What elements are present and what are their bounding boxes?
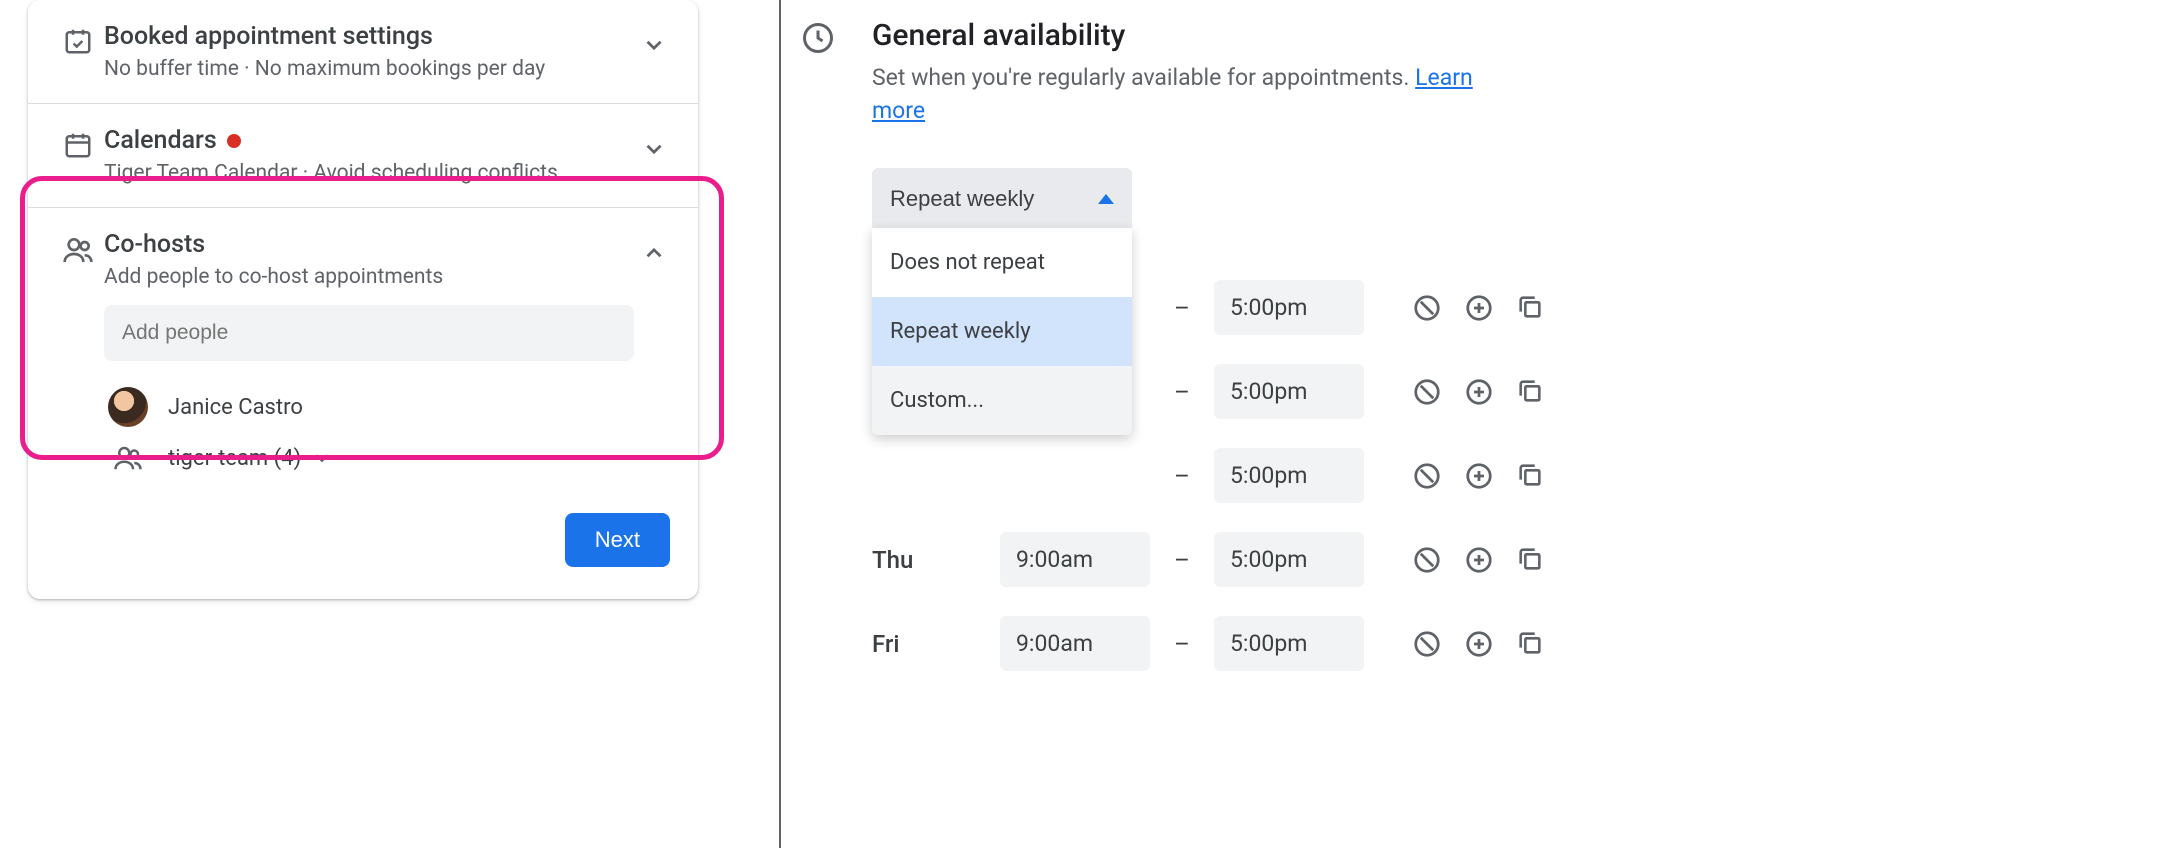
time-dash: –	[1168, 378, 1196, 406]
copy-icon[interactable]	[1516, 629, 1544, 659]
repeat-dropdown-menu: Does not repeat Repeat weekly Custom...	[872, 228, 1132, 435]
cohost-group[interactable]: tiger-team (4)	[104, 435, 634, 481]
chevron-up-icon[interactable]	[634, 230, 674, 266]
row-cohosts[interactable]: Co-hosts Add people to co-host appointme…	[28, 208, 698, 485]
people-icon	[52, 230, 104, 266]
add-slot-icon[interactable]	[1464, 461, 1494, 491]
copy-icon[interactable]	[1516, 293, 1544, 323]
add-slot-icon[interactable]	[1464, 545, 1494, 575]
chevron-down-icon[interactable]	[634, 126, 674, 162]
group-icon	[108, 443, 148, 473]
add-people-input[interactable]	[104, 305, 634, 361]
calendars-title: Calendars	[104, 126, 217, 155]
unavailable-icon[interactable]	[1412, 629, 1442, 659]
time-dash: –	[1168, 462, 1196, 490]
schedule-row: –5:00pm	[872, 434, 1560, 518]
avatar	[108, 387, 148, 427]
availability-sub-text: Set when you're regularly available for …	[872, 64, 1415, 91]
cohost-name: Janice Castro	[168, 395, 303, 420]
row-calendars[interactable]: Calendars Tiger Team Calendar · Avoid sc…	[28, 104, 698, 208]
add-slot-icon[interactable]	[1464, 377, 1494, 407]
copy-icon[interactable]	[1516, 461, 1544, 491]
add-slot-icon[interactable]	[1464, 629, 1494, 659]
clock-icon	[800, 18, 844, 128]
calendar-icon	[52, 126, 104, 160]
schedule-row: Fri 9:00am–5:00pm	[872, 602, 1560, 686]
repeat-dropdown[interactable]: Repeat weekly	[872, 168, 1132, 230]
repeat-option-custom[interactable]: Custom...	[872, 366, 1132, 435]
settings-card: Booked appointment settings No buffer ti…	[28, 0, 698, 599]
chevron-down-icon[interactable]	[634, 22, 674, 58]
divider	[779, 0, 781, 848]
end-time-input[interactable]: 5:00pm	[1214, 448, 1364, 503]
cohosts-sub: Add people to co-host appointments	[104, 265, 634, 289]
start-time-input[interactable]: 9:00am	[1000, 616, 1150, 671]
end-time-input[interactable]: 5:00pm	[1214, 532, 1364, 587]
triangle-up-icon	[1098, 194, 1114, 204]
end-time-input[interactable]: 5:00pm	[1214, 364, 1364, 419]
alert-dot-icon	[227, 134, 241, 148]
cohost-group-name: tiger-team (4)	[168, 446, 301, 471]
availability-title: General availability	[872, 18, 1512, 53]
day-label: Thu	[872, 546, 982, 574]
event-confirm-icon	[52, 22, 104, 56]
add-slot-icon[interactable]	[1464, 293, 1494, 323]
unavailable-icon[interactable]	[1412, 461, 1442, 491]
time-dash: –	[1168, 294, 1196, 322]
day-label: Fri	[872, 630, 982, 658]
booked-title: Booked appointment settings	[104, 22, 634, 51]
calendars-sub: Tiger Team Calendar · Avoid scheduling c…	[104, 161, 634, 185]
cohosts-title: Co-hosts	[104, 230, 634, 259]
copy-icon[interactable]	[1516, 377, 1544, 407]
row-booked-settings[interactable]: Booked appointment settings No buffer ti…	[28, 0, 698, 104]
start-time-input[interactable]: 9:00am	[1000, 532, 1150, 587]
time-dash: –	[1168, 630, 1196, 658]
copy-icon[interactable]	[1516, 545, 1544, 575]
repeat-option-no-repeat[interactable]: Does not repeat	[872, 228, 1132, 297]
repeat-option-weekly[interactable]: Repeat weekly	[872, 297, 1132, 366]
end-time-input[interactable]: 5:00pm	[1214, 616, 1364, 671]
booked-sub: No buffer time · No maximum bookings per…	[104, 57, 634, 81]
schedule-row: Thu 9:00am–5:00pm	[872, 518, 1560, 602]
time-dash: –	[1168, 546, 1196, 574]
availability-sub: Set when you're regularly available for …	[872, 61, 1512, 128]
unavailable-icon[interactable]	[1412, 545, 1442, 575]
availability-panel: General availability Set when you're reg…	[800, 18, 1560, 686]
repeat-selected-label: Repeat weekly	[890, 186, 1034, 212]
cohost-person[interactable]: Janice Castro	[104, 379, 634, 435]
end-time-input[interactable]: 5:00pm	[1214, 280, 1364, 335]
unavailable-icon[interactable]	[1412, 377, 1442, 407]
unavailable-icon[interactable]	[1412, 293, 1442, 323]
chevron-down-icon[interactable]	[311, 447, 333, 469]
next-button[interactable]: Next	[565, 513, 670, 567]
